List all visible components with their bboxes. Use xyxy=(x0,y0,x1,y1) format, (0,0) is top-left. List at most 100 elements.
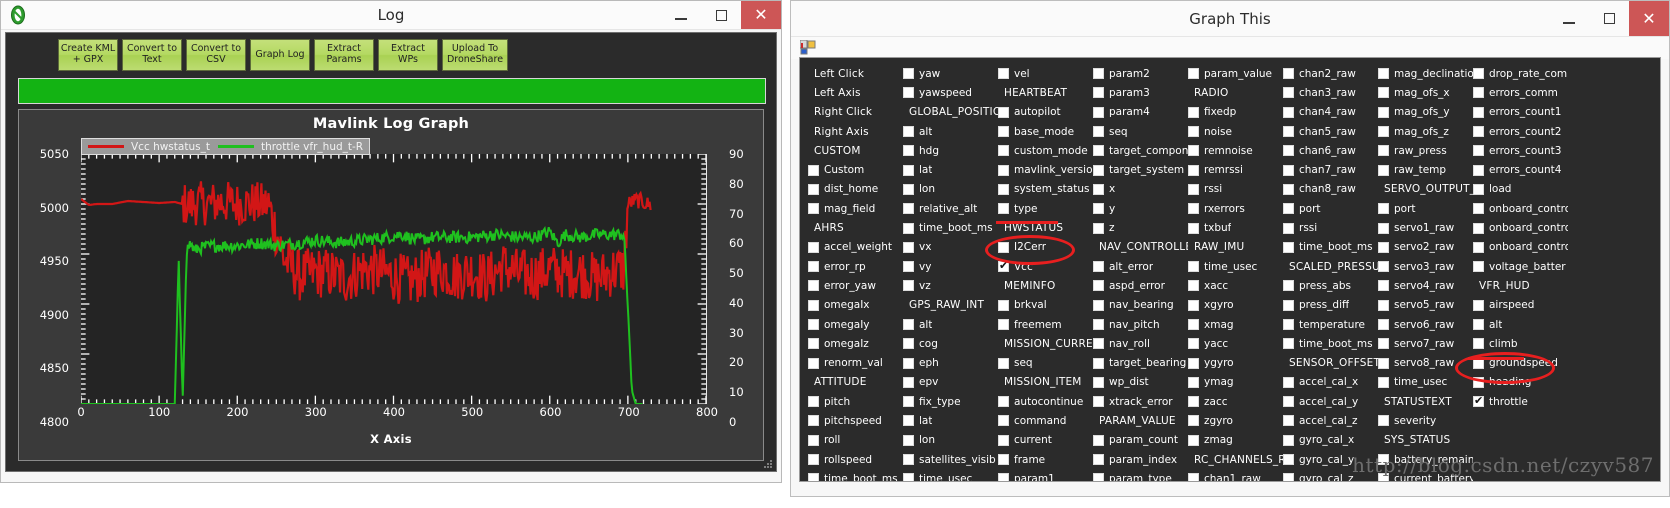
variable-row-vz[interactable]: vz xyxy=(903,276,998,295)
variable-row-nav-bearing[interactable]: nav_bearing xyxy=(1093,296,1188,315)
variable-row-ygyro[interactable]: ygyro xyxy=(1188,353,1283,372)
checkbox-servo6-raw[interactable] xyxy=(1378,319,1389,330)
variable-row-frame[interactable]: frame xyxy=(998,450,1093,469)
variable-row-seq[interactable]: seq xyxy=(998,353,1093,372)
variable-row-remnoise[interactable]: remnoise xyxy=(1188,141,1283,160)
checkbox-load[interactable] xyxy=(1473,184,1484,195)
variable-row-nav-roll[interactable]: nav_roll xyxy=(1093,334,1188,353)
checkbox-xacc[interactable] xyxy=(1188,280,1199,291)
checkbox-time-usec[interactable] xyxy=(1378,377,1389,388)
checkbox-voltage-batter[interactable] xyxy=(1473,261,1484,272)
checkbox-gyro-cal-z[interactable] xyxy=(1283,473,1294,482)
variable-row-target-system[interactable]: target_system xyxy=(1093,160,1188,179)
checkbox-chan8-raw[interactable] xyxy=(1283,184,1294,195)
checkbox-mavlink-versio[interactable] xyxy=(998,165,1009,176)
checkbox-param-count[interactable] xyxy=(1093,435,1104,446)
checkbox-mag-ofs-x[interactable] xyxy=(1378,87,1389,98)
checkbox-rssi[interactable] xyxy=(1188,184,1199,195)
variable-row-omegaiz[interactable]: omegaIz xyxy=(808,334,903,353)
minimize-button[interactable] xyxy=(1549,1,1589,36)
checkbox-i2cerr[interactable] xyxy=(998,242,1009,253)
resize-grip[interactable] xyxy=(763,459,773,469)
variable-row-yaw[interactable]: yaw xyxy=(903,64,998,83)
checkbox-zacc[interactable] xyxy=(1188,396,1199,407)
variable-row-vel[interactable]: vel xyxy=(998,64,1093,83)
variable-row-x[interactable]: x xyxy=(1093,180,1188,199)
checkbox-xtrack-error[interactable] xyxy=(1093,396,1104,407)
variable-row-errors-count1[interactable]: errors_count1 xyxy=(1473,103,1568,122)
checkbox-chan1-raw[interactable] xyxy=(1188,473,1199,482)
variable-row-fix-type[interactable]: fix_type xyxy=(903,392,998,411)
checkbox-eph[interactable] xyxy=(903,358,914,369)
checkbox-autocontinue[interactable] xyxy=(998,396,1009,407)
checkbox-roll[interactable] xyxy=(808,435,819,446)
variable-row-rxerrors[interactable]: rxerrors xyxy=(1188,199,1283,218)
variable-row-yacc[interactable]: yacc xyxy=(1188,334,1283,353)
checkbox-lat[interactable] xyxy=(903,415,914,426)
checkbox-chan6-raw[interactable] xyxy=(1283,145,1294,156)
variable-row-port[interactable]: port xyxy=(1283,199,1378,218)
checkbox-error-rp[interactable] xyxy=(808,261,819,272)
variable-row-autopilot[interactable]: autopilot xyxy=(998,103,1093,122)
variable-row-param-count[interactable]: param_count xyxy=(1093,431,1188,450)
variable-row-base-mode[interactable]: base_mode xyxy=(998,122,1093,141)
toolbar-button-upload-to-droneshare[interactable]: Upload ToDroneShare xyxy=(442,39,508,71)
variable-row-omegaix[interactable]: omegaIx xyxy=(808,296,903,315)
variable-row-heading[interactable]: heading xyxy=(1473,373,1568,392)
checkbox-system-status[interactable] xyxy=(998,184,1009,195)
variable-row-param2[interactable]: param2 xyxy=(1093,64,1188,83)
variable-row-cog[interactable]: cog xyxy=(903,334,998,353)
checkbox-type[interactable] xyxy=(998,203,1009,214)
variable-row-gyro-cal-x[interactable]: gyro_cal_x xyxy=(1283,431,1378,450)
variable-row-chan8-raw[interactable]: chan8_raw xyxy=(1283,180,1378,199)
variable-row-accel-weight[interactable]: accel_weight xyxy=(808,238,903,257)
variable-row-ymag[interactable]: ymag xyxy=(1188,373,1283,392)
variable-row-param4[interactable]: param4 xyxy=(1093,103,1188,122)
checkbox-pitch[interactable] xyxy=(808,396,819,407)
checkbox-accel-cal-z[interactable] xyxy=(1283,415,1294,426)
checkbox-param-type[interactable] xyxy=(1093,473,1104,482)
variable-row-servo3-raw[interactable]: servo3_raw xyxy=(1378,257,1473,276)
checkbox-chan4-raw[interactable] xyxy=(1283,107,1294,118)
variable-row-throttle[interactable]: throttle xyxy=(1473,392,1568,411)
variable-row-freemem[interactable]: freemem xyxy=(998,315,1093,334)
variable-row-accel-cal-z[interactable]: accel_cal_z xyxy=(1283,411,1378,430)
variable-row-lon[interactable]: lon xyxy=(903,180,998,199)
variable-row-vy[interactable]: vy xyxy=(903,257,998,276)
checkbox-time-boot-ms[interactable] xyxy=(1283,338,1294,349)
checkbox-ymag[interactable] xyxy=(1188,377,1199,388)
toolbar-button-extract-params[interactable]: ExtractParams xyxy=(314,39,374,71)
checkbox-x[interactable] xyxy=(1093,184,1104,195)
checkbox-accel-cal-x[interactable] xyxy=(1283,377,1294,388)
variable-row-relative-alt[interactable]: relative_alt xyxy=(903,199,998,218)
variable-row-param-value[interactable]: param_value xyxy=(1188,64,1283,83)
checkbox-temperature[interactable] xyxy=(1283,319,1294,330)
checkbox-chan2-raw[interactable] xyxy=(1283,68,1294,79)
checkbox-port[interactable] xyxy=(1283,203,1294,214)
checkbox-errors-count2[interactable] xyxy=(1473,126,1484,137)
checkbox-onboard-contro[interactable] xyxy=(1473,223,1484,234)
variable-row-load[interactable]: load xyxy=(1473,180,1568,199)
variable-row-y[interactable]: y xyxy=(1093,199,1188,218)
checkbox-target-system[interactable] xyxy=(1093,165,1104,176)
checkbox-chan3-raw[interactable] xyxy=(1283,87,1294,98)
variable-row-time-usec[interactable]: time_usec xyxy=(903,469,998,482)
variable-row-servo8-raw[interactable]: servo8_raw xyxy=(1378,353,1473,372)
variable-row-time-usec[interactable]: time_usec xyxy=(1378,373,1473,392)
checkbox-gyro-cal-y[interactable] xyxy=(1283,454,1294,465)
checkbox-satellites-visib[interactable] xyxy=(903,454,914,465)
toolbar-button-create-kml-gpx[interactable]: Create KML+ GPX xyxy=(58,39,118,71)
variable-row-mag-field[interactable]: mag_field xyxy=(808,199,903,218)
variable-row-alt[interactable]: alt xyxy=(1473,315,1568,334)
checkbox-lat[interactable] xyxy=(903,165,914,176)
variable-row-custom-mode[interactable]: custom_mode xyxy=(998,141,1093,160)
checkbox-param4[interactable] xyxy=(1093,107,1104,118)
checkbox-port[interactable] xyxy=(1378,203,1389,214)
checkbox-onboard-contro[interactable] xyxy=(1473,242,1484,253)
checkbox-servo1-raw[interactable] xyxy=(1378,223,1389,234)
variable-row-servo5-raw[interactable]: servo5_raw xyxy=(1378,296,1473,315)
checkbox-airspeed[interactable] xyxy=(1473,300,1484,311)
checkbox-errors-comm[interactable] xyxy=(1473,87,1484,98)
close-button[interactable]: ✕ xyxy=(1629,1,1669,36)
variable-row-z[interactable]: z xyxy=(1093,218,1188,237)
